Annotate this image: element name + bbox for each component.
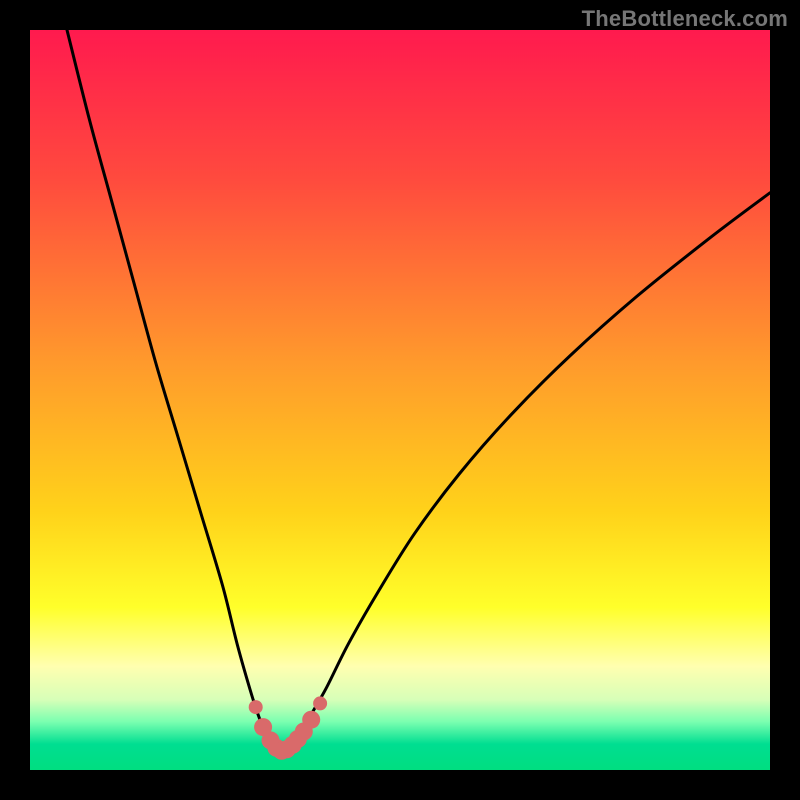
bottleneck-chart: [30, 30, 770, 770]
marker-dot: [249, 700, 263, 714]
marker-dot: [313, 696, 327, 710]
gradient-background: [30, 30, 770, 770]
plot-area: [30, 30, 770, 770]
watermark-text: TheBottleneck.com: [582, 6, 788, 32]
chart-frame: TheBottleneck.com: [0, 0, 800, 800]
marker-dot: [302, 711, 320, 729]
